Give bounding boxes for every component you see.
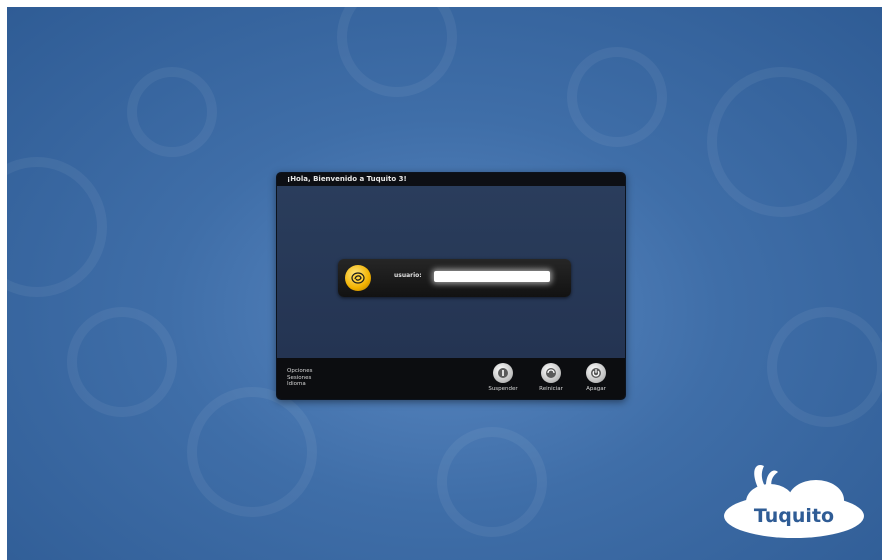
- options-menu: Opciones Sesiones Idioma: [287, 368, 312, 388]
- wallpaper-swirl: [7, 157, 107, 297]
- restart-button[interactable]: Reiniciar: [533, 363, 569, 392]
- username-label: usuario:: [394, 272, 422, 279]
- login-window: ¡Hola, Bienvenido a Tuquito 3! usuario: …: [276, 172, 626, 400]
- window-title: ¡Hola, Bienvenido a Tuquito 3!: [287, 175, 407, 183]
- menu-item-options[interactable]: Opciones: [287, 368, 312, 375]
- tuquito-logo: Tuquito: [720, 460, 868, 542]
- menu-item-language[interactable]: Idioma: [287, 381, 312, 388]
- desktop: ¡Hola, Bienvenido a Tuquito 3! usuario: …: [0, 0, 887, 560]
- wallpaper-swirl: [337, 7, 457, 97]
- login-content: usuario:: [277, 186, 625, 358]
- username-input[interactable]: [434, 271, 550, 282]
- login-footer: Opciones Sesiones Idioma Suspender Reini…: [277, 358, 625, 399]
- wallpaper-swirl: [707, 67, 857, 217]
- wallpaper-swirl: [767, 307, 882, 427]
- wallpaper-swirl: [437, 427, 547, 537]
- suspend-button[interactable]: Suspender: [485, 363, 521, 392]
- suspend-label: Suspender: [488, 386, 518, 392]
- power-icon: [586, 363, 606, 383]
- window-titlebar: ¡Hola, Bienvenido a Tuquito 3!: [277, 173, 625, 186]
- logo-text: Tuquito: [754, 505, 834, 527]
- restart-label: Reiniciar: [539, 386, 563, 392]
- user-panel: usuario:: [338, 259, 571, 297]
- tuquito-user-icon: [345, 265, 371, 291]
- wallpaper-swirl: [127, 67, 217, 157]
- tuquito-swirl-icon: [351, 272, 365, 284]
- shutdown-button[interactable]: Apagar: [578, 363, 614, 392]
- suspend-icon: [493, 363, 513, 383]
- wallpaper-swirl: [67, 307, 177, 417]
- wallpaper-swirl: [567, 47, 667, 147]
- restart-icon: [541, 363, 561, 383]
- wallpaper-swirl: [187, 387, 317, 517]
- shutdown-label: Apagar: [586, 386, 606, 392]
